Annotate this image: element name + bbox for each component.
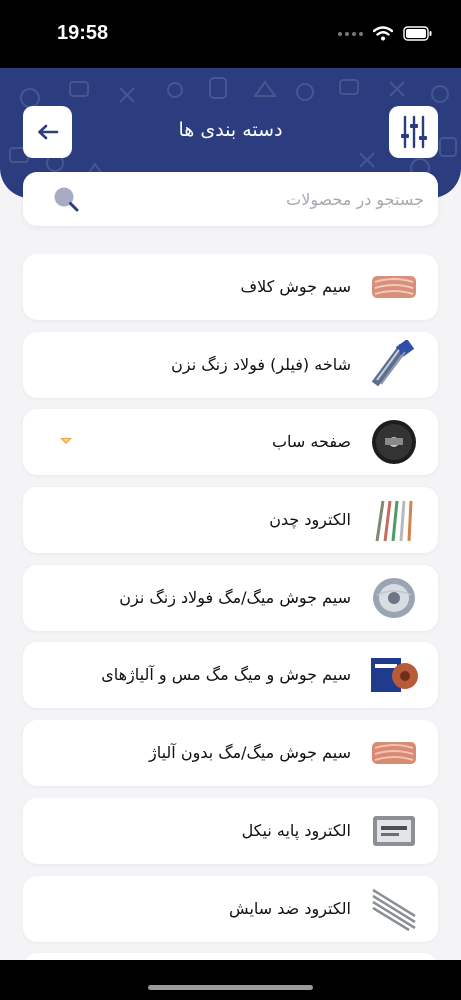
search-icon[interactable]: [53, 186, 79, 212]
category-thumbnail: [369, 339, 419, 390]
category-thumbnail: [369, 805, 419, 856]
filter-button[interactable]: [389, 106, 438, 158]
category-thumbnail: [369, 728, 419, 779]
bottom-bar: [0, 960, 461, 1000]
category-item[interactable]: سیم جوش میگ/مگ فولاد زنگ نزن: [23, 564, 438, 631]
category-item[interactable]: الکترود چدن: [23, 487, 438, 554]
category-thumbnail: [369, 417, 419, 468]
category-item[interactable]: الکترود پایه نیکل: [23, 797, 438, 864]
battery-icon: [403, 26, 432, 41]
status-time: 19:58: [57, 22, 109, 44]
badge-icon: [60, 438, 72, 445]
category-item[interactable]: سیم جوش کلاف: [23, 254, 438, 320]
category-thumbnail: [369, 883, 419, 934]
category-label: شاخه (فیلر) فولاد زنگ نزن: [171, 354, 351, 374]
category-thumbnail: [369, 495, 419, 546]
sliders-icon: [400, 115, 427, 149]
category-list: سیم جوش کلاف شاخه (فیلر) فولاد زنگ نزن ص…: [23, 254, 438, 1000]
search-input[interactable]: [94, 172, 424, 226]
home-indicator[interactable]: [148, 985, 313, 990]
signal-icon: [338, 31, 363, 36]
category-thumbnail: [369, 262, 419, 312]
category-label: الکترود ضد سایش: [229, 898, 351, 918]
category-item[interactable]: شاخه (فیلر) فولاد زنگ نزن: [23, 331, 438, 398]
wifi-icon: [373, 26, 393, 41]
category-item[interactable]: صفحه ساب: [23, 409, 438, 476]
category-label: الکترود پایه نیکل: [241, 820, 351, 840]
category-label: الکترود چدن: [269, 510, 351, 530]
category-label: سیم جوش میگ/مگ بدون آلیاژ: [149, 743, 351, 763]
category-label: صفحه ساب: [271, 432, 351, 452]
category-label: سیم جوش میگ/مگ فولاد زنگ نزن: [119, 587, 351, 607]
category-thumbnail: [369, 650, 419, 701]
category-item[interactable]: سیم جوش میگ/مگ بدون آلیاژ: [23, 720, 438, 787]
category-label: سیم جوش کلاف: [240, 277, 352, 296]
category-label: سیم جوش و میگ مگ مس و آلیاژهای: [101, 665, 351, 685]
search-bar: [23, 172, 438, 226]
category-thumbnail: [369, 572, 419, 623]
category-item[interactable]: سیم جوش و میگ مگ مس و آلیاژهای: [23, 642, 438, 709]
category-item[interactable]: الکترود ضد سایش: [23, 875, 438, 942]
status-icons: [338, 26, 433, 41]
status-bar: 19:58: [0, 0, 461, 70]
